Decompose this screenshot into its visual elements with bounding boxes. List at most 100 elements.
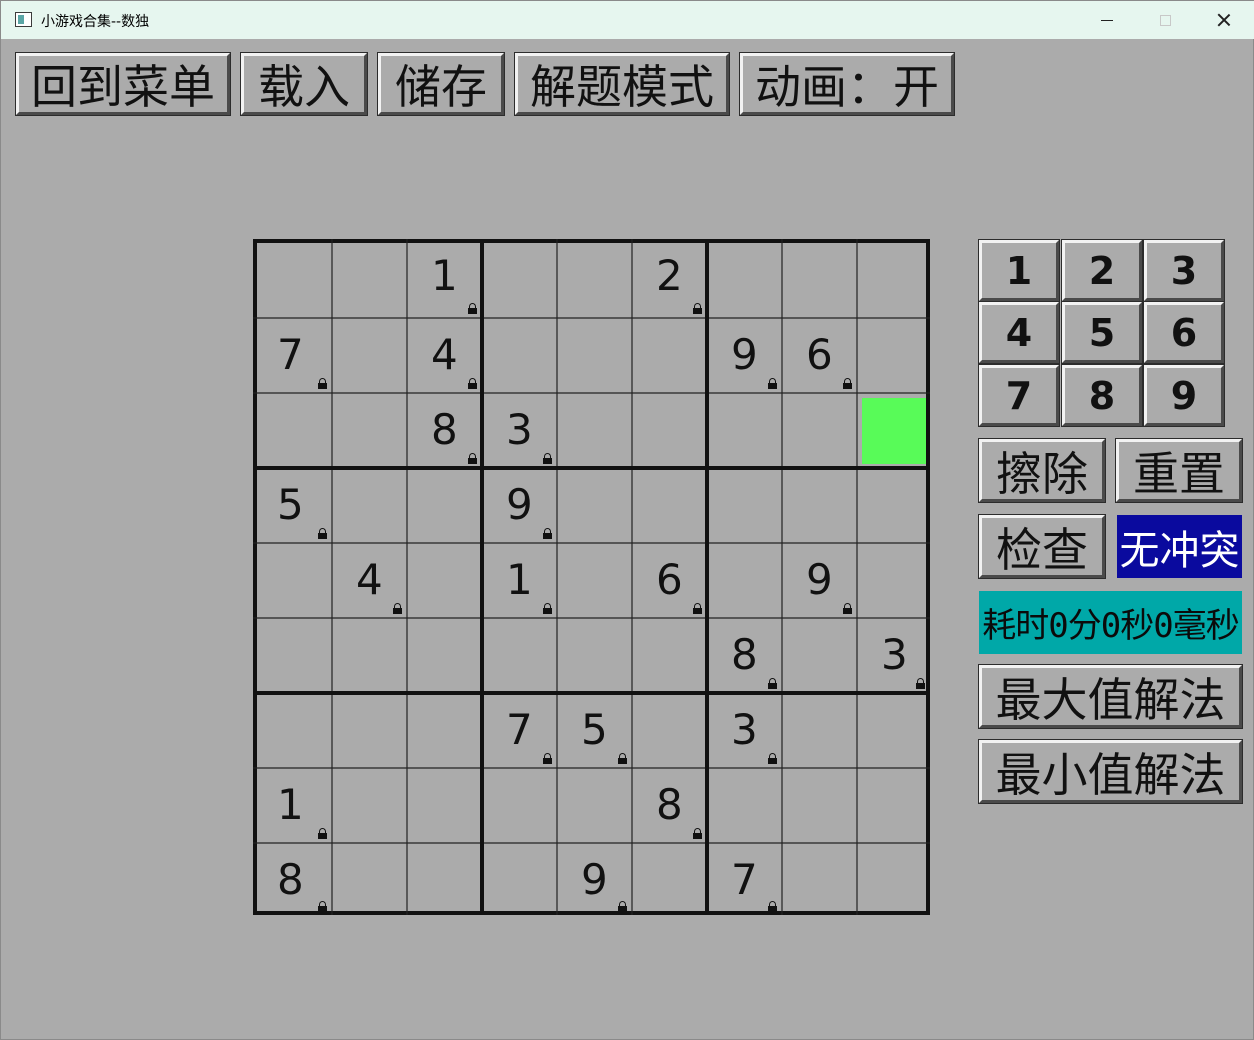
board-cell[interactable] bbox=[255, 620, 331, 692]
board-cell[interactable] bbox=[409, 545, 481, 617]
back-to-menu-button[interactable]: 回到菜单 bbox=[15, 52, 231, 116]
board-cell[interactable] bbox=[484, 845, 556, 915]
board-cell[interactable] bbox=[784, 470, 856, 542]
board-cell[interactable] bbox=[709, 545, 781, 617]
board-cell[interactable] bbox=[334, 845, 406, 915]
board-cell[interactable] bbox=[334, 620, 406, 692]
numpad-key-7[interactable]: 7 bbox=[978, 364, 1060, 427]
maximize-button[interactable] bbox=[1136, 1, 1194, 39]
board-cell[interactable] bbox=[634, 845, 706, 915]
board-cell[interactable] bbox=[559, 770, 631, 842]
max-value-solve-button[interactable]: 最大值解法 bbox=[978, 664, 1243, 729]
solve-mode-button[interactable]: 解题模式 bbox=[514, 52, 730, 116]
numpad-key-4[interactable]: 4 bbox=[978, 301, 1060, 364]
board-cell[interactable] bbox=[634, 695, 706, 767]
board-cell[interactable] bbox=[334, 395, 406, 467]
board-cell[interactable]: 8 bbox=[409, 395, 481, 467]
board-cell[interactable] bbox=[784, 620, 856, 692]
board-cell[interactable] bbox=[784, 770, 856, 842]
animation-toggle-button[interactable]: 动画：开 bbox=[739, 52, 955, 116]
board-cell[interactable] bbox=[859, 845, 929, 915]
board-cell[interactable] bbox=[484, 770, 556, 842]
board-cell[interactable]: 7 bbox=[484, 695, 556, 767]
board-cell[interactable] bbox=[709, 241, 781, 317]
load-button[interactable]: 载入 bbox=[240, 52, 368, 116]
board-cell[interactable] bbox=[634, 320, 706, 392]
board-cell[interactable] bbox=[559, 241, 631, 317]
numpad-key-6[interactable]: 6 bbox=[1143, 301, 1225, 364]
close-button[interactable] bbox=[1195, 1, 1253, 39]
board-cell[interactable] bbox=[559, 395, 631, 467]
board-cell[interactable] bbox=[409, 770, 481, 842]
board-cell[interactable] bbox=[859, 695, 929, 767]
board-cell[interactable] bbox=[859, 545, 929, 617]
board-cell[interactable]: 3 bbox=[484, 395, 556, 467]
board-cell[interactable] bbox=[255, 545, 331, 617]
board-cell[interactable] bbox=[784, 695, 856, 767]
board-cell[interactable]: 3 bbox=[709, 695, 781, 767]
board-cell[interactable]: 9 bbox=[784, 545, 856, 617]
board-cell[interactable]: 8 bbox=[634, 770, 706, 842]
numpad-key-1[interactable]: 1 bbox=[978, 239, 1060, 302]
board-cell[interactable]: 9 bbox=[709, 320, 781, 392]
board-cell[interactable]: 2 bbox=[634, 241, 706, 317]
board-cell[interactable] bbox=[334, 470, 406, 542]
board-cell[interactable] bbox=[709, 770, 781, 842]
board-cell[interactable] bbox=[484, 241, 556, 317]
minimize-button[interactable] bbox=[1078, 1, 1136, 39]
board-cell[interactable] bbox=[409, 845, 481, 915]
board-cell[interactable] bbox=[859, 320, 929, 392]
board-cell[interactable]: 8 bbox=[255, 845, 331, 915]
board-cell[interactable] bbox=[559, 545, 631, 617]
numpad-key-2[interactable]: 2 bbox=[1061, 239, 1143, 302]
board-cell[interactable] bbox=[709, 395, 781, 467]
board-cell[interactable]: 8 bbox=[709, 620, 781, 692]
erase-button[interactable]: 擦除 bbox=[978, 438, 1106, 503]
board-cell[interactable]: 9 bbox=[559, 845, 631, 915]
board-cell[interactable] bbox=[409, 470, 481, 542]
board-cell[interactable]: 9 bbox=[484, 470, 556, 542]
board-cell[interactable] bbox=[559, 320, 631, 392]
board-cell[interactable] bbox=[255, 695, 331, 767]
check-button[interactable]: 检查 bbox=[978, 514, 1106, 579]
board-cell[interactable] bbox=[409, 620, 481, 692]
numpad-key-5[interactable]: 5 bbox=[1061, 301, 1143, 364]
board-cell[interactable]: 1 bbox=[255, 770, 331, 842]
board-cell[interactable] bbox=[484, 620, 556, 692]
board-cell[interactable]: 6 bbox=[634, 545, 706, 617]
board-cell[interactable] bbox=[334, 770, 406, 842]
board-cell[interactable] bbox=[709, 470, 781, 542]
board-cell[interactable] bbox=[559, 470, 631, 542]
board-cell[interactable] bbox=[634, 470, 706, 542]
board-cell[interactable]: 3 bbox=[859, 620, 929, 692]
board-cell[interactable] bbox=[334, 695, 406, 767]
board-cell[interactable]: 7 bbox=[709, 845, 781, 915]
board-cell[interactable] bbox=[784, 241, 856, 317]
board-cell[interactable] bbox=[334, 320, 406, 392]
board-cell[interactable] bbox=[255, 395, 331, 467]
board-cell[interactable] bbox=[559, 620, 631, 692]
board-cell[interactable]: 7 bbox=[255, 320, 331, 392]
numpad-key-9[interactable]: 9 bbox=[1143, 364, 1225, 427]
board-cell[interactable]: 5 bbox=[559, 695, 631, 767]
board-cell[interactable] bbox=[859, 241, 929, 317]
board-cell[interactable]: 1 bbox=[409, 241, 481, 317]
numpad-key-8[interactable]: 8 bbox=[1061, 364, 1143, 427]
board-cell[interactable] bbox=[784, 845, 856, 915]
board-cell[interactable]: 4 bbox=[409, 320, 481, 392]
board-cell[interactable] bbox=[634, 620, 706, 692]
board-cell[interactable]: 4 bbox=[334, 545, 406, 617]
board-cell[interactable] bbox=[255, 241, 331, 317]
board-cell[interactable]: 1 bbox=[484, 545, 556, 617]
board-cell[interactable] bbox=[859, 470, 929, 542]
board-cell[interactable] bbox=[859, 395, 929, 467]
board-cell[interactable] bbox=[634, 395, 706, 467]
board-cell[interactable] bbox=[409, 695, 481, 767]
numpad-key-3[interactable]: 3 bbox=[1143, 239, 1225, 302]
min-value-solve-button[interactable]: 最小值解法 bbox=[978, 739, 1243, 804]
board-cell[interactable]: 5 bbox=[255, 470, 331, 542]
board-cell[interactable] bbox=[784, 395, 856, 467]
save-button[interactable]: 储存 bbox=[377, 52, 505, 116]
board-cell[interactable] bbox=[484, 320, 556, 392]
board-cell[interactable] bbox=[334, 241, 406, 317]
